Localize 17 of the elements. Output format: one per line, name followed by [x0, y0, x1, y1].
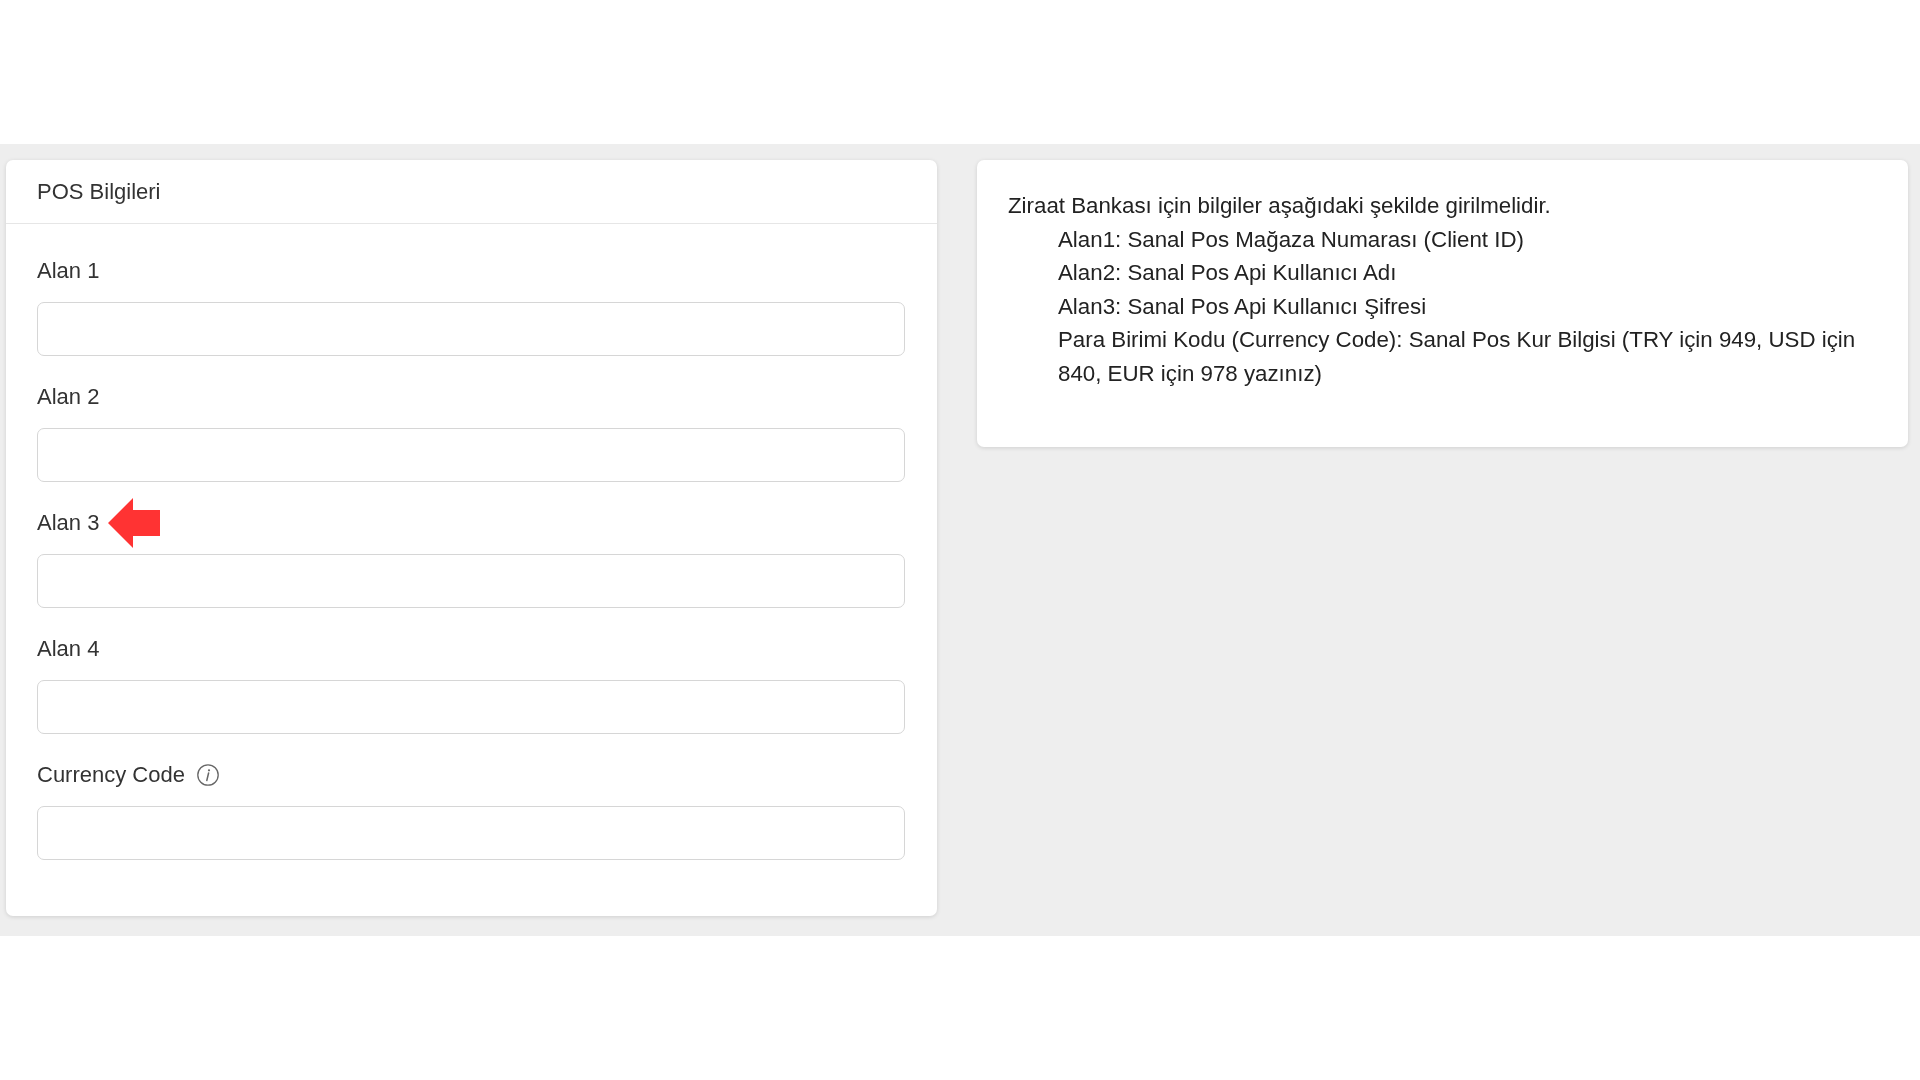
instruction-line: Alan1: Sanal Pos Mağaza Numarası (Client ID) — [1057, 225, 1525, 254]
input-field[interactable] — [37, 428, 905, 482]
card-title: POS Bilgileri — [37, 178, 161, 205]
field-label: Alan 4 — [37, 636, 100, 662]
instruction-line: Alan3: Sanal Pos Api Kullanıcı Şifresi — [1057, 292, 1428, 321]
input-field[interactable] — [37, 554, 905, 608]
input-field[interactable] — [37, 302, 905, 356]
info-icon[interactable] — [196, 764, 219, 786]
field-label: Currency Code — [37, 762, 185, 788]
field-label: Alan 3 — [37, 510, 100, 536]
field-label: Alan 2 — [37, 384, 100, 410]
instructions-text: Ziraat Bankası için bilgiler aşağıdaki şekilde girilmelidir. — [1008, 192, 1552, 220]
instruction-line: Para Birimi Kodu (Currency Code): Sanal Pos Kur Bilgisi (TRY için 949, USD için 840, EUR için 978 yazınız) — [1057, 326, 1857, 388]
field-label: Alan 1 — [37, 258, 100, 284]
input-field[interactable] — [37, 806, 905, 860]
input-field[interactable] — [37, 680, 905, 734]
instruction-line: Alan2: Sanal Pos Api Kullanıcı Adı — [1057, 259, 1398, 287]
